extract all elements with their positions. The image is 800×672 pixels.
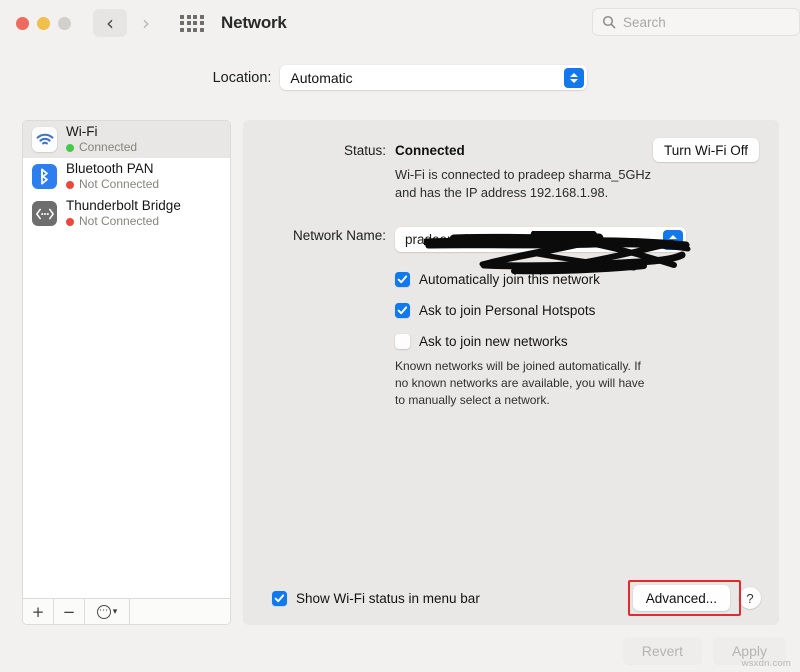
advanced-group: Advanced... ? [633, 585, 761, 611]
traffic-light-group [16, 17, 71, 30]
status-text: Not Connected [79, 214, 159, 229]
search-input[interactable]: Search [592, 8, 800, 36]
sidebar-item-status: Not Connected [66, 214, 181, 229]
checkbox-show-wifi-status[interactable] [272, 591, 287, 606]
checkbox-personal-hotspots-row[interactable]: Ask to join Personal Hotspots [395, 303, 759, 318]
checkbox-new-networks[interactable] [395, 334, 410, 349]
minimize-button[interactable] [37, 17, 50, 30]
location-label: Location: [213, 70, 272, 86]
chevron-down-icon: ▾ [113, 607, 118, 617]
location-value: Automatic [290, 70, 352, 86]
status-text: Not Connected [79, 177, 159, 192]
sidebar-toolbar: + − ⋯ ▾ [23, 598, 230, 624]
check-icon [274, 593, 285, 604]
up-down-chevron-icon[interactable] [663, 230, 683, 250]
close-button[interactable] [16, 17, 29, 30]
advanced-button[interactable]: Advanced... [633, 585, 730, 611]
service-sidebar: Wi-Fi Connected Bluetooth PAN [22, 120, 231, 625]
add-service-button[interactable]: + [23, 599, 54, 624]
description-line-1: Wi-Fi is connected to pradeep sharma_5GH… [395, 167, 651, 182]
network-name-label: Network Name: [243, 227, 386, 252]
sidebar-item-label: Bluetooth PAN [66, 161, 159, 177]
panel-bottom-row: Show Wi-Fi status in menu bar Advanced..… [272, 585, 761, 611]
window-titlebar: ‹ › Network Search [0, 0, 800, 46]
wifi-icon [32, 127, 57, 152]
help-button[interactable]: ? [739, 587, 761, 609]
status-label: Status: [243, 142, 386, 160]
grid-icon[interactable] [179, 12, 205, 34]
sidebar-item-status: Connected [66, 140, 137, 155]
sidebar-item-text: Thunderbolt Bridge Not Connected [66, 198, 181, 229]
remove-service-button[interactable]: − [54, 599, 85, 624]
search-icon [602, 15, 616, 29]
checkbox-menubar-row[interactable]: Show Wi-Fi status in menu bar [272, 591, 480, 606]
network-name-row: Network Name: pradeep sharma_5GHz [243, 227, 759, 252]
sidebar-item-text: Wi-Fi Connected [66, 124, 137, 155]
circled-ellipsis-icon: ⋯ [97, 605, 111, 619]
wifi-detail-panel: Status: Connected Turn Wi-Fi Off Wi-Fi i… [243, 120, 779, 625]
hint-line-2: no known networks are available, you wil… [395, 376, 644, 390]
zoom-button[interactable] [58, 17, 71, 30]
connection-description: Wi-Fi is connected to pradeep sharma_5GH… [243, 166, 759, 201]
status-dot [66, 218, 74, 226]
sidebar-item-label: Wi-Fi [66, 124, 137, 140]
sidebar-item-wifi[interactable]: Wi-Fi Connected [23, 121, 230, 158]
status-value: Connected [395, 143, 465, 158]
service-list: Wi-Fi Connected Bluetooth PAN [23, 121, 230, 598]
hint-line-3: to manually select a network. [395, 393, 550, 407]
revert-button[interactable]: Revert [623, 637, 702, 664]
checkbox-auto-join[interactable] [395, 272, 410, 287]
page-title: Network [221, 13, 287, 33]
check-icon [397, 274, 408, 285]
bluetooth-icon [32, 164, 57, 189]
status-text: Connected [79, 140, 137, 155]
description-line-2: and has the IP address 192.168.1.98. [395, 185, 608, 200]
sidebar-item-thunderbolt-bridge[interactable]: Thunderbolt Bridge Not Connected [23, 195, 230, 232]
network-options: Automatically join this network Ask to j… [243, 272, 759, 349]
main-content: Wi-Fi Connected Bluetooth PAN [22, 120, 779, 625]
network-name-value: pradeep sharma_5GHz [405, 232, 545, 247]
watermark: wsxdn.com [742, 658, 791, 669]
thunderbolt-icon [32, 201, 57, 226]
status-dot [66, 181, 74, 189]
sidebar-item-label: Thunderbolt Bridge [66, 198, 181, 214]
search-placeholder: Search [623, 15, 666, 30]
checkbox-personal-hotspots-label: Ask to join Personal Hotspots [419, 303, 595, 318]
check-icon [397, 305, 408, 316]
forward-button[interactable]: › [129, 9, 163, 37]
checkbox-show-wifi-status-label: Show Wi-Fi status in menu bar [296, 591, 480, 606]
status-dot [66, 144, 74, 152]
up-down-chevron-icon[interactable] [564, 68, 584, 88]
toolbar-spacer [130, 599, 230, 624]
checkbox-auto-join-row[interactable]: Automatically join this network [395, 272, 759, 287]
checkbox-new-networks-label: Ask to join new networks [419, 334, 568, 349]
sidebar-item-status: Not Connected [66, 177, 159, 192]
location-select[interactable]: Automatic [280, 65, 587, 90]
network-name-select[interactable]: pradeep sharma_5GHz [395, 227, 686, 252]
turn-wifi-off-button[interactable]: Turn Wi-Fi Off [653, 138, 759, 162]
hint-line-1: Known networks will be joined automatica… [395, 359, 641, 373]
network-options-hint: Known networks will be joined automatica… [243, 358, 759, 409]
navigation-buttons: ‹ › [93, 9, 163, 37]
location-row: Location: Automatic [0, 65, 800, 90]
back-button[interactable]: ‹ [93, 9, 127, 37]
checkbox-personal-hotspots[interactable] [395, 303, 410, 318]
service-actions-button[interactable]: ⋯ ▾ [85, 599, 130, 624]
sidebar-item-bluetooth-pan[interactable]: Bluetooth PAN Not Connected [23, 158, 230, 195]
checkbox-new-networks-row[interactable]: Ask to join new networks [395, 334, 759, 349]
sidebar-item-text: Bluetooth PAN Not Connected [66, 161, 159, 192]
checkbox-auto-join-label: Automatically join this network [419, 272, 600, 287]
